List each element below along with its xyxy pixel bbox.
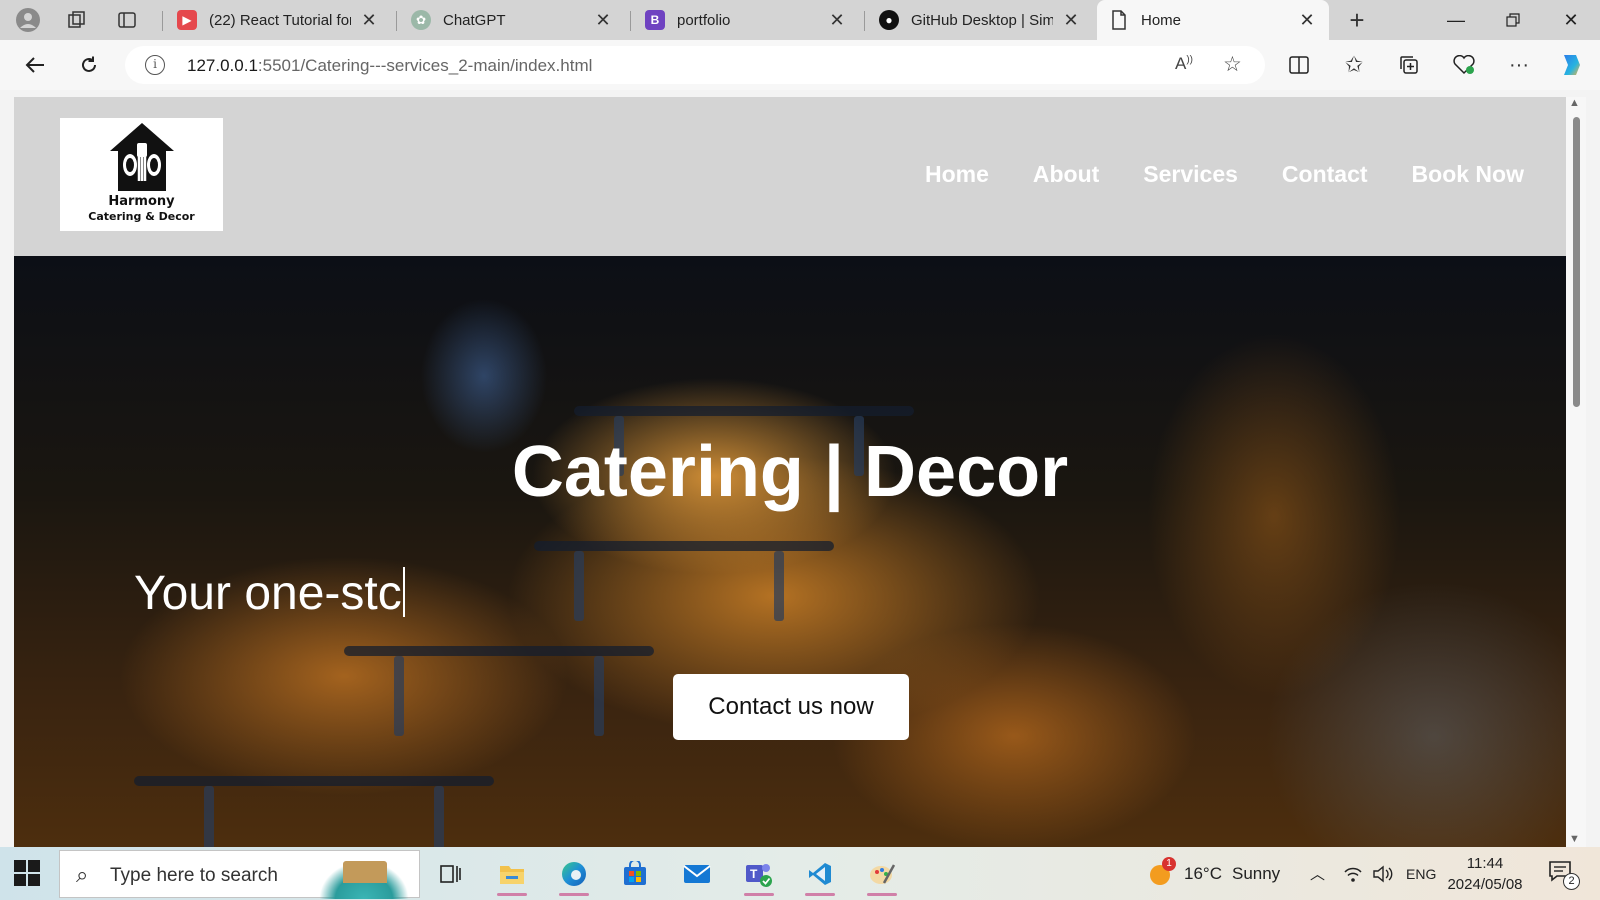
input-language[interactable]: ENG bbox=[1406, 847, 1436, 900]
nav-home[interactable]: Home bbox=[925, 161, 989, 188]
nav-contact[interactable]: Contact bbox=[1282, 161, 1368, 188]
tab-title: portfolio bbox=[677, 11, 731, 29]
teams-icon[interactable]: T bbox=[734, 852, 784, 896]
nav-services[interactable]: Services bbox=[1143, 161, 1238, 188]
browser-tab-strip: ▶ (22) React Tutorial for B ✕ ✿ ChatGPT … bbox=[0, 0, 1600, 40]
notification-center-icon[interactable]: 2 bbox=[1548, 860, 1580, 890]
browser-tab-chatgpt[interactable]: ✿ ChatGPT ✕ bbox=[399, 0, 625, 40]
browser-tab-github[interactable]: ● GitHub Desktop | Simp ✕ bbox=[867, 0, 1093, 40]
site-logo[interactable]: Harmony Catering & Decor bbox=[60, 118, 223, 231]
hero-section: Catering | Decor Your one-stc Contact us… bbox=[14, 256, 1566, 847]
network-wifi-icon[interactable] bbox=[1343, 847, 1363, 900]
collections-icon[interactable] bbox=[1392, 48, 1426, 82]
back-button[interactable] bbox=[18, 48, 52, 82]
contact-us-button[interactable]: Contact us now bbox=[673, 674, 909, 740]
page-scrollbar[interactable]: ▲ ▼ bbox=[1566, 97, 1586, 847]
clock-time: 11:44 bbox=[1466, 855, 1504, 872]
svg-text:T: T bbox=[750, 867, 758, 881]
scroll-down-arrow-icon[interactable]: ▼ bbox=[1569, 833, 1580, 845]
file-explorer-icon[interactable] bbox=[487, 852, 537, 896]
favorites-icon[interactable]: ✩ bbox=[1337, 48, 1371, 82]
bootstrap-icon: B bbox=[645, 10, 665, 30]
hero-typed-text: Your one-stc bbox=[134, 566, 405, 621]
tab-title: ChatGPT bbox=[443, 11, 506, 29]
task-view-icon[interactable] bbox=[425, 852, 475, 896]
nav-about[interactable]: About bbox=[1033, 161, 1099, 188]
close-icon[interactable]: ✕ bbox=[827, 10, 847, 31]
scrollbar-thumb[interactable] bbox=[1573, 117, 1580, 407]
close-icon[interactable]: ✕ bbox=[593, 10, 613, 31]
paint-icon[interactable] bbox=[857, 852, 907, 896]
tab-title: GitHub Desktop | Simp bbox=[911, 11, 1053, 29]
close-icon[interactable]: ✕ bbox=[1061, 10, 1081, 31]
volume-icon[interactable] bbox=[1372, 847, 1394, 900]
nav-book-now[interactable]: Book Now bbox=[1412, 161, 1524, 188]
close-icon[interactable]: ✕ bbox=[359, 10, 379, 31]
url-host: 127.0.0.1 bbox=[187, 56, 258, 75]
typing-caret bbox=[402, 567, 405, 617]
workspaces-icon[interactable] bbox=[62, 5, 92, 35]
clock-date: 2024/05/08 bbox=[1447, 876, 1523, 893]
notification-count-badge: 2 bbox=[1563, 873, 1580, 890]
reload-button[interactable] bbox=[72, 48, 106, 82]
weather-temperature: 16°C bbox=[1184, 863, 1222, 883]
weather-sun-icon: 1 bbox=[1148, 856, 1176, 887]
weather-description: Sunny bbox=[1231, 863, 1281, 883]
microsoft-store-icon[interactable] bbox=[610, 852, 660, 896]
search-highlight-image bbox=[319, 861, 409, 899]
url-path: :5501/Catering---services_2-main/index.h… bbox=[257, 56, 593, 75]
youtube-icon: ▶ bbox=[177, 10, 197, 30]
weather-alert-badge: 1 bbox=[1162, 856, 1176, 871]
page-icon bbox=[1109, 10, 1129, 30]
search-placeholder: Type here to search bbox=[110, 865, 278, 886]
logo-name: Harmony bbox=[108, 194, 175, 209]
page-viewport: Harmony Catering & Decor Home About Serv… bbox=[14, 97, 1566, 847]
site-info-icon[interactable]: i bbox=[145, 55, 165, 75]
minimize-button[interactable]: — bbox=[1428, 0, 1484, 40]
site-header: Harmony Catering & Decor Home About Serv… bbox=[14, 97, 1566, 256]
address-bar[interactable]: i 127.0.0.1:5501/Catering---services_2-m… bbox=[125, 46, 1265, 84]
hero-title: Catering | Decor bbox=[511, 432, 1069, 512]
close-icon[interactable]: ✕ bbox=[1297, 10, 1317, 31]
browser-tab-portfolio[interactable]: B portfolio ✕ bbox=[633, 0, 859, 40]
address-bar-row: i 127.0.0.1:5501/Catering---services_2-m… bbox=[0, 40, 1600, 90]
house-utensils-icon bbox=[109, 123, 174, 191]
split-screen-icon[interactable] bbox=[1282, 48, 1316, 82]
restore-button[interactable] bbox=[1485, 0, 1541, 40]
url-text[interactable]: 127.0.0.1:5501/Catering---services_2-mai… bbox=[187, 56, 592, 76]
taskbar-search[interactable]: ⌕ Type here to search bbox=[59, 850, 420, 899]
mail-icon[interactable] bbox=[672, 852, 722, 896]
system-clock[interactable]: 11:44 2024/05/08 bbox=[1440, 853, 1530, 895]
main-nav: Home About Services Contact Book Now bbox=[925, 161, 1524, 188]
new-tab-button[interactable]: + bbox=[1342, 5, 1372, 35]
taskbar: ⌕ Type here to search T 1 16°C Sunny ︿ E… bbox=[0, 847, 1600, 900]
browser-tab-react[interactable]: ▶ (22) React Tutorial for B ✕ bbox=[165, 0, 391, 40]
profile-icon[interactable] bbox=[13, 5, 43, 35]
weather-widget[interactable]: 1 16°C Sunny bbox=[1148, 847, 1280, 900]
read-aloud-icon[interactable]: A)) bbox=[1175, 54, 1193, 74]
search-icon: ⌕ bbox=[76, 862, 89, 887]
tab-actions-icon[interactable] bbox=[112, 5, 142, 35]
typed-text: Your one-stc bbox=[134, 567, 402, 620]
more-options-icon[interactable]: ··· bbox=[1502, 48, 1536, 82]
tab-title: Home bbox=[1141, 11, 1182, 29]
logo-subtitle: Catering & Decor bbox=[88, 210, 195, 223]
chatgpt-icon: ✿ bbox=[411, 10, 431, 30]
start-button[interactable] bbox=[14, 860, 40, 886]
tab-title: (22) React Tutorial for B bbox=[209, 11, 351, 29]
close-window-button[interactable]: ✕ bbox=[1543, 0, 1599, 40]
browser-essentials-icon[interactable] bbox=[1447, 48, 1481, 82]
browser-tab-home[interactable]: Home ✕ bbox=[1097, 0, 1329, 40]
scroll-up-arrow-icon[interactable]: ▲ bbox=[1569, 97, 1580, 109]
vscode-icon[interactable] bbox=[795, 852, 845, 896]
favorite-star-icon[interactable]: ☆ bbox=[1223, 52, 1242, 77]
github-icon: ● bbox=[879, 10, 899, 30]
edge-browser-icon[interactable] bbox=[549, 852, 599, 896]
show-hidden-icons-chevron-up-icon[interactable]: ︿ bbox=[1310, 847, 1325, 900]
copilot-icon[interactable] bbox=[1555, 48, 1589, 82]
